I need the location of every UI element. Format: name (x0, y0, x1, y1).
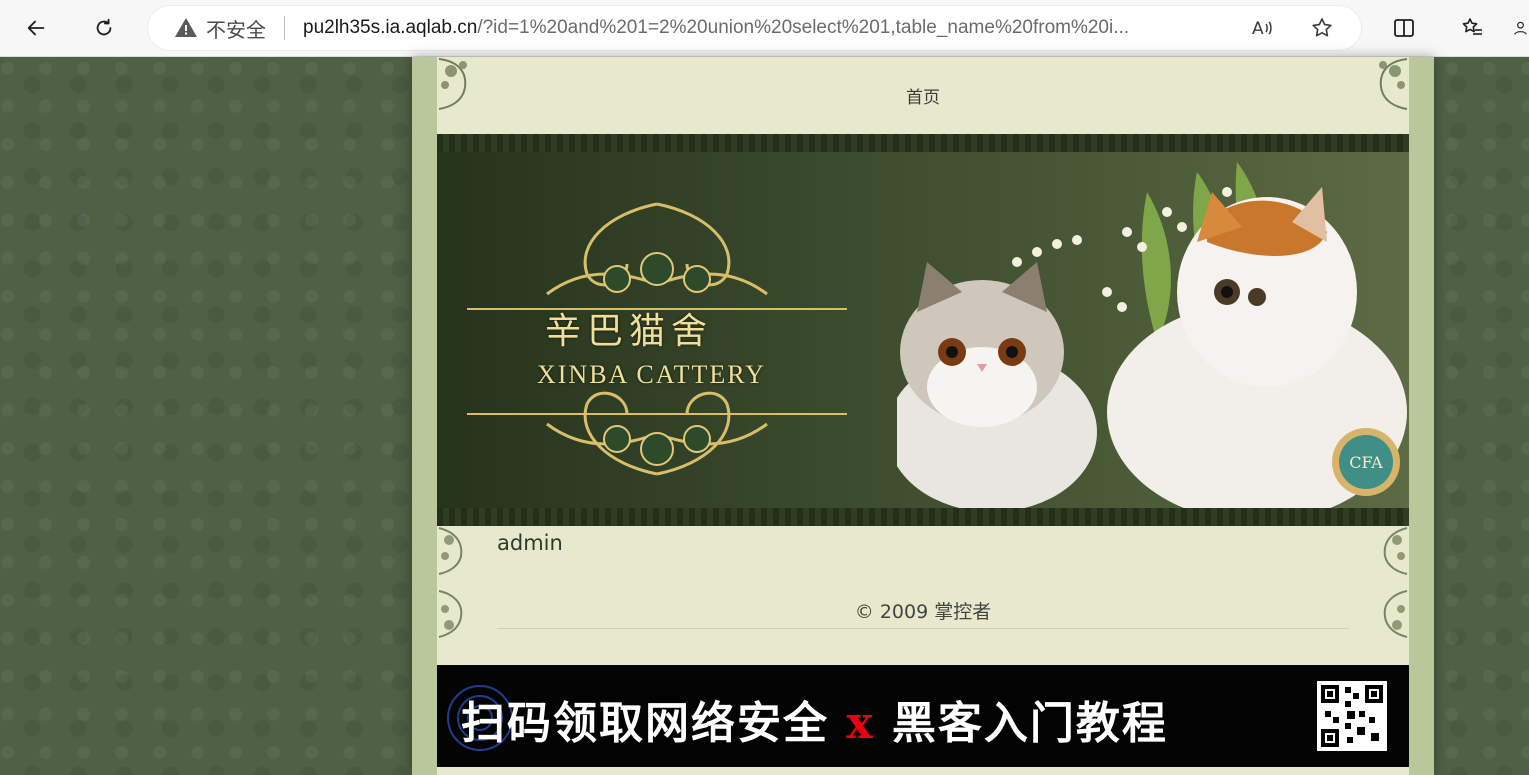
corner-ornament-icon (438, 527, 463, 575)
badge-text: CFA (1349, 453, 1383, 472)
webpage-viewport: 首页 辛巴猫舍 XINBA CATTERY CFA admin © 2009 掌… (0, 57, 1529, 775)
back-icon[interactable] (18, 10, 54, 46)
content-paper: 首页 辛巴猫舍 XINBA CATTERY CFA admin © 2009 掌… (437, 57, 1409, 775)
address-bar[interactable]: 不安全 pu2lh35s.ia.aqlab.cn/?id=1%20and%201… (148, 6, 1361, 50)
qr-code-icon[interactable] (1317, 681, 1387, 751)
banner-trim (437, 508, 1409, 526)
query-result-text: admin (497, 531, 563, 555)
banner-logo-english: XINBA CATTERY (537, 360, 766, 389)
ad-text-left: 扫码领取网络安全 (461, 698, 829, 749)
read-aloud-icon[interactable]: A (1248, 14, 1276, 42)
favorites-list-icon[interactable] (1456, 12, 1488, 44)
svg-text:A: A (1252, 19, 1264, 39)
profile-icon[interactable] (1512, 12, 1529, 44)
url-path: /?id=1%20and%201=2%20union%20select%201,… (477, 17, 1130, 38)
footer-divider (497, 628, 1349, 629)
address-divider (284, 16, 285, 40)
security-label[interactable]: 不安全 (206, 14, 266, 43)
ad-text: 扫码领取网络安全 x 黑客入门教程 (461, 687, 1168, 751)
banner-logo-chinese: 辛巴猫舍 (545, 311, 714, 352)
ad-banner[interactable]: 扫码领取网络安全 x 黑客入门教程 (437, 665, 1409, 767)
ad-text-right: 黑客入门教程 (891, 698, 1168, 749)
nav-home-link[interactable]: 首页 (437, 83, 1409, 108)
browser-toolbar: 不安全 pu2lh35s.ia.aqlab.cn/?id=1%20and%201… (0, 0, 1529, 57)
corner-ornament-icon (1383, 527, 1408, 575)
split-screen-icon[interactable] (1388, 12, 1420, 44)
site-banner: 辛巴猫舍 XINBA CATTERY CFA (437, 134, 1409, 526)
url-text[interactable]: pu2lh35s.ia.aqlab.cn/?id=1%20and%201=2%2… (303, 17, 1203, 39)
footer-copyright: © 2009 掌控者 (854, 601, 992, 623)
cfa-badge-icon: CFA (1332, 428, 1400, 496)
refresh-icon[interactable] (86, 10, 122, 46)
favorite-star-icon[interactable] (1308, 14, 1336, 42)
url-host: pu2lh35s.ia.aqlab.cn (303, 17, 478, 38)
warning-icon[interactable] (174, 16, 198, 40)
ad-x-mark: x (846, 698, 875, 749)
banner-trim (437, 134, 1409, 152)
content-frame: 首页 辛巴猫舍 XINBA CATTERY CFA admin © 2009 掌… (412, 57, 1434, 775)
